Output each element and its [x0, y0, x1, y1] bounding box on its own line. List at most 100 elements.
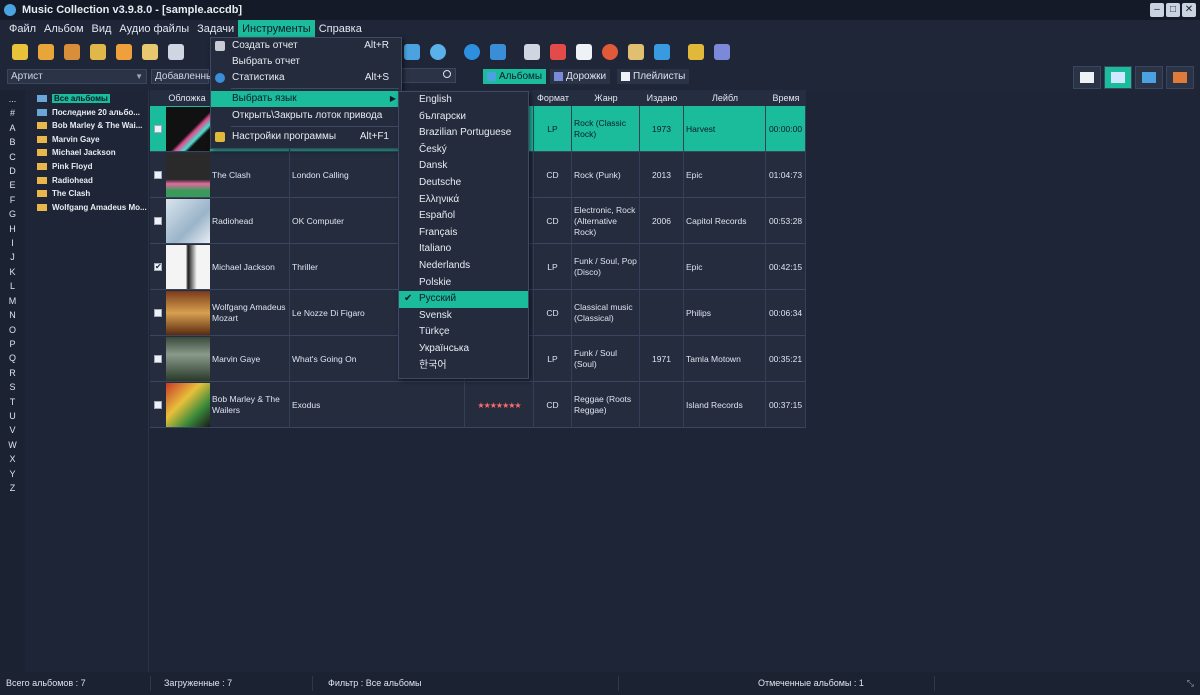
- shuffle-icon[interactable]: [486, 41, 510, 63]
- row-checkbox[interactable]: [154, 355, 162, 363]
- header-format[interactable]: Формат: [534, 90, 572, 106]
- lang-swedish[interactable]: Svensk: [399, 308, 528, 325]
- lang-russian[interactable]: ✔ Русский: [399, 291, 528, 308]
- plugin-icon[interactable]: [684, 41, 708, 63]
- menu-tasks[interactable]: Задачи: [193, 20, 238, 38]
- lang-danish[interactable]: Dansk: [399, 158, 528, 175]
- letter-f[interactable]: F: [0, 193, 25, 207]
- letter-k[interactable]: K: [0, 265, 25, 279]
- view-details-button[interactable]: [1073, 66, 1101, 89]
- lang-italian[interactable]: Italiano: [399, 241, 528, 258]
- lang-english[interactable]: English: [399, 92, 528, 109]
- menu-item-choose-language[interactable]: Выбрать язык ▶: [211, 91, 401, 107]
- letter-j[interactable]: J: [0, 250, 25, 264]
- row-checkbox[interactable]: [154, 125, 162, 133]
- header-year[interactable]: Издано: [640, 90, 684, 106]
- letter-all[interactable]: ...: [0, 92, 25, 106]
- table-row[interactable]: Bob Marley & The Wailers Exodus ★★★★★★★ …: [150, 382, 806, 428]
- play-icon[interactable]: [460, 41, 484, 63]
- tab-playlists[interactable]: Плейлисты: [617, 69, 690, 84]
- menu-view[interactable]: Вид: [88, 20, 116, 38]
- header-cover[interactable]: Обложка: [164, 90, 210, 106]
- chart-icon[interactable]: [598, 41, 622, 63]
- lang-korean[interactable]: 한국어: [399, 358, 528, 375]
- letter-i[interactable]: I: [0, 236, 25, 250]
- menu-tools[interactable]: Инструменты: [238, 20, 315, 38]
- tree-item-marvin-gaye[interactable]: Marvin Gaye: [25, 133, 148, 147]
- menu-item-create-report[interactable]: Создать отчет Alt+R: [211, 38, 401, 54]
- lang-czech[interactable]: Český: [399, 142, 528, 159]
- letter-g[interactable]: G: [0, 207, 25, 221]
- import-icon[interactable]: [86, 41, 110, 63]
- tree-item-last-20[interactable]: Последние 20 альбо...: [25, 106, 148, 120]
- menu-item-statistics[interactable]: Статистика Alt+S: [211, 70, 401, 86]
- menu-help[interactable]: Справка: [315, 20, 366, 38]
- header-label[interactable]: Лейбл: [684, 90, 766, 106]
- letter-a[interactable]: A: [0, 121, 25, 135]
- search-album-icon[interactable]: [112, 41, 136, 63]
- tree-item-bob-marley[interactable]: Bob Marley & The Wai...: [25, 119, 148, 133]
- header-time[interactable]: Время: [766, 90, 806, 106]
- letter-n[interactable]: N: [0, 308, 25, 322]
- tree-item-all-albums[interactable]: Все альбомы: [25, 92, 148, 106]
- letter-h[interactable]: H: [0, 222, 25, 236]
- letter-x[interactable]: X: [0, 452, 25, 466]
- letter-p[interactable]: P: [0, 337, 25, 351]
- search-input[interactable]: [400, 68, 456, 83]
- calendar-icon[interactable]: [546, 41, 570, 63]
- row-checkbox[interactable]: [154, 217, 162, 225]
- letter-z[interactable]: Z: [0, 481, 25, 495]
- library-icon[interactable]: [710, 41, 734, 63]
- menu-album[interactable]: Альбом: [40, 20, 87, 38]
- lang-french[interactable]: Français: [399, 225, 528, 242]
- row-checkbox[interactable]: [154, 171, 162, 179]
- add-album-icon[interactable]: [8, 41, 32, 63]
- user-icon[interactable]: [650, 41, 674, 63]
- edit-album-icon[interactable]: [60, 41, 84, 63]
- letter-w[interactable]: W: [0, 438, 25, 452]
- letter-e[interactable]: E: [0, 178, 25, 192]
- print-icon[interactable]: [520, 41, 544, 63]
- letter-y[interactable]: Y: [0, 467, 25, 481]
- lang-turkish[interactable]: Türkçe: [399, 324, 528, 341]
- tab-tracks[interactable]: Дорожки: [550, 69, 611, 84]
- add-folder-icon[interactable]: [34, 41, 58, 63]
- tree-item-mozart[interactable]: Wolfgang Amadeus Mo...: [25, 201, 148, 215]
- resize-grip-icon[interactable]: ⤡: [1187, 678, 1194, 689]
- row-checkbox[interactable]: [154, 401, 162, 409]
- menu-item-settings[interactable]: Настройки программы Alt+F1: [211, 129, 401, 145]
- view-tiles-button[interactable]: [1166, 66, 1194, 89]
- letter-hash[interactable]: #: [0, 106, 25, 120]
- cover-icon[interactable]: [138, 41, 162, 63]
- lang-german[interactable]: Deutsche: [399, 175, 528, 192]
- document-icon[interactable]: [572, 41, 596, 63]
- lang-polish[interactable]: Polskie: [399, 275, 528, 292]
- tree-item-pink-floyd[interactable]: Pink Floyd: [25, 160, 148, 174]
- header-genre[interactable]: Жанр: [572, 90, 640, 106]
- letter-t[interactable]: T: [0, 395, 25, 409]
- lang-brazilian-portuguese[interactable]: Brazilian Portuguese: [399, 125, 528, 142]
- lang-greek[interactable]: Ελληνικά: [399, 192, 528, 209]
- artist-select[interactable]: Артист ▼: [7, 69, 147, 84]
- lang-bulgarian[interactable]: български: [399, 109, 528, 126]
- maximize-button[interactable]: □: [1166, 3, 1180, 17]
- tree-item-michael-jackson[interactable]: Michael Jackson: [25, 146, 148, 160]
- letter-s[interactable]: S: [0, 380, 25, 394]
- letter-q[interactable]: Q: [0, 351, 25, 365]
- cd-icon[interactable]: [164, 41, 188, 63]
- archive-icon[interactable]: [624, 41, 648, 63]
- sort-select[interactable]: Добавленные: [151, 69, 219, 84]
- view-grid-button[interactable]: [1135, 66, 1163, 89]
- letter-l[interactable]: L: [0, 279, 25, 293]
- lang-dutch[interactable]: Nederlands: [399, 258, 528, 275]
- tree-item-radiohead[interactable]: Radiohead: [25, 174, 148, 188]
- letter-r[interactable]: R: [0, 366, 25, 380]
- menu-item-choose-report[interactable]: Выбрать отчет: [211, 54, 401, 70]
- lang-ukrainian[interactable]: Українська: [399, 341, 528, 358]
- letter-b[interactable]: B: [0, 135, 25, 149]
- close-button[interactable]: ✕: [1182, 3, 1196, 17]
- letter-c[interactable]: C: [0, 150, 25, 164]
- tab-albums[interactable]: Альбомы: [483, 69, 547, 84]
- menu-audio-files[interactable]: Аудио файлы: [115, 20, 193, 38]
- menu-item-eject-tray[interactable]: Открыть\Закрыть лоток привода: [211, 108, 401, 124]
